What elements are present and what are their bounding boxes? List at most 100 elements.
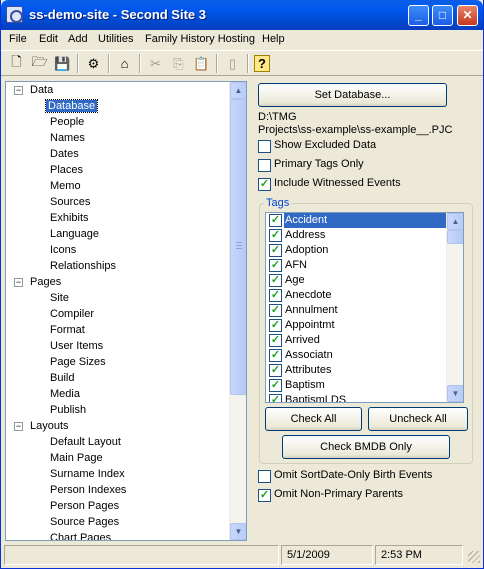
tree-node-layouts[interactable]: Layouts xyxy=(28,418,71,434)
tag-item[interactable]: ✓ Annulment xyxy=(266,303,446,318)
navigation-tree[interactable]: − Data Database People Names Dates Place… xyxy=(5,81,247,541)
menu-help[interactable]: Help xyxy=(262,33,285,45)
scroll-up-icon[interactable]: ▲ xyxy=(447,213,463,230)
help-icon[interactable]: ? xyxy=(254,55,270,72)
collapse-pages-icon[interactable]: − xyxy=(14,278,23,287)
tree-scrollbar[interactable]: ▲ ▼ xyxy=(229,82,246,540)
tag-item[interactable]: ✓ Adoption xyxy=(266,243,446,258)
menu-edit[interactable]: Edit xyxy=(39,33,58,45)
tag-checkbox[interactable]: ✓ xyxy=(269,349,282,362)
tag-item[interactable]: ✓ Appointmt xyxy=(266,318,446,333)
tree-item-build[interactable]: Build xyxy=(48,370,76,386)
include-witnessed-label[interactable]: Include Witnessed Events xyxy=(274,177,401,189)
tag-item[interactable]: ✓ AFN xyxy=(266,258,446,273)
tag-checkbox[interactable]: ✓ xyxy=(269,334,282,347)
tag-checkbox[interactable]: ✓ xyxy=(269,364,282,377)
tree-item-dates[interactable]: Dates xyxy=(48,146,81,162)
set-database-button[interactable]: Set Database... xyxy=(258,83,447,107)
title-bar[interactable]: ss-demo-site - Second Site 3 _ □ ✕ xyxy=(1,0,483,30)
cut-icon[interactable]: ✂ xyxy=(146,54,165,73)
app-icon[interactable] xyxy=(6,6,23,23)
omit-nonprimary-label[interactable]: Omit Non-Primary Parents xyxy=(274,488,403,500)
include-witnessed-checkbox[interactable]: ✓ xyxy=(258,178,271,191)
tree-item-icons[interactable]: Icons xyxy=(48,242,78,258)
tree-node-pages[interactable]: Pages xyxy=(28,274,63,290)
scroll-up-icon[interactable]: ▲ xyxy=(230,82,246,99)
tag-checkbox[interactable]: ✓ xyxy=(269,274,282,287)
tree-item-person-pages[interactable]: Person Pages xyxy=(48,498,121,514)
close-button[interactable]: ✕ xyxy=(457,5,478,26)
copy-icon[interactable]: ⎘ xyxy=(169,54,188,73)
omit-nonprimary-checkbox[interactable]: ✓ xyxy=(258,489,271,502)
blank-page-icon[interactable]: ▯ xyxy=(223,54,242,73)
tree-item-default-layout[interactable]: Default Layout xyxy=(48,434,123,450)
menu-family-history-hosting[interactable]: Family History Hosting xyxy=(145,33,255,45)
save-icon[interactable]: 💾 xyxy=(53,54,72,73)
tag-checkbox[interactable]: ✓ xyxy=(269,214,282,227)
settings-icon[interactable]: ⚙ xyxy=(84,54,103,73)
new-icon[interactable]: 🗋 xyxy=(7,54,26,73)
tag-checkbox[interactable]: ✓ xyxy=(269,394,282,402)
scroll-down-icon[interactable]: ▼ xyxy=(447,385,463,402)
tree-item-chart-pages[interactable]: Chart Pages xyxy=(48,530,113,540)
tag-item[interactable]: ✓ Address xyxy=(266,228,446,243)
tags-scrollbar[interactable]: ▲ ▼ xyxy=(446,213,463,402)
tree-item-user-items[interactable]: User Items xyxy=(48,338,105,354)
omit-sortdate-label[interactable]: Omit SortDate-Only Birth Events xyxy=(274,469,432,481)
tag-checkbox[interactable]: ✓ xyxy=(269,304,282,317)
collapse-data-icon[interactable]: − xyxy=(14,86,23,95)
tree-item-format[interactable]: Format xyxy=(48,322,87,338)
tree-item-exhibits[interactable]: Exhibits xyxy=(48,210,91,226)
tree-item-people[interactable]: People xyxy=(48,114,86,130)
tag-checkbox[interactable]: ✓ xyxy=(269,319,282,332)
tree-item-compiler[interactable]: Compiler xyxy=(48,306,96,322)
menu-add[interactable]: Add xyxy=(68,33,88,45)
tag-checkbox[interactable]: ✓ xyxy=(269,259,282,272)
tree-item-database[interactable]: Database xyxy=(44,98,99,114)
menu-file[interactable]: File xyxy=(9,33,27,45)
tag-item[interactable]: ✓ BaptismLDS xyxy=(266,393,446,402)
tree-item-publish[interactable]: Publish xyxy=(48,402,88,418)
tree-item-page-sizes[interactable]: Page Sizes xyxy=(48,354,108,370)
tag-checkbox[interactable]: ✓ xyxy=(269,379,282,392)
maximize-button[interactable]: □ xyxy=(432,5,453,26)
tag-item[interactable]: ✓ Anecdote xyxy=(266,288,446,303)
omit-sortdate-checkbox[interactable] xyxy=(258,470,271,483)
tree-item-language[interactable]: Language xyxy=(48,226,101,242)
tree-item-memo[interactable]: Memo xyxy=(48,178,83,194)
tags-list[interactable]: ✓ Accident ✓ Address ✓ Adoption ✓ AFN ✓ Age ✓… xyxy=(265,212,464,403)
tag-checkbox[interactable]: ✓ xyxy=(269,229,282,242)
tag-item[interactable]: ✓ Associatn xyxy=(266,348,446,363)
primary-tags-only-checkbox[interactable] xyxy=(258,159,271,172)
tree-item-surname-index[interactable]: Surname Index xyxy=(48,466,127,482)
tree-item-names[interactable]: Names xyxy=(48,130,87,146)
tree-item-relationships[interactable]: Relationships xyxy=(48,258,118,274)
tree-item-places[interactable]: Places xyxy=(48,162,85,178)
scroll-thumb[interactable] xyxy=(447,230,463,244)
primary-tags-only-label[interactable]: Primary Tags Only xyxy=(274,158,364,170)
tree-item-site[interactable]: Site xyxy=(48,290,71,306)
menu-utilities[interactable]: Utilities xyxy=(98,33,133,45)
tree-item-main-page[interactable]: Main Page xyxy=(48,450,105,466)
show-excluded-checkbox[interactable] xyxy=(258,140,271,153)
tree-item-media[interactable]: Media xyxy=(48,386,82,402)
scroll-down-icon[interactable]: ▼ xyxy=(230,523,246,540)
tree-item-source-pages[interactable]: Source Pages xyxy=(48,514,121,530)
check-bmdb-only-button[interactable]: Check BMDB Only xyxy=(282,435,450,459)
scroll-thumb[interactable] xyxy=(230,99,246,395)
tag-item[interactable]: ✓ Age xyxy=(266,273,446,288)
minimize-button[interactable]: _ xyxy=(408,5,429,26)
show-excluded-label[interactable]: Show Excluded Data xyxy=(274,139,376,151)
tag-checkbox[interactable]: ✓ xyxy=(269,244,282,257)
collapse-layouts-icon[interactable]: − xyxy=(14,422,23,431)
tree-node-data[interactable]: Data xyxy=(28,82,55,98)
tag-item[interactable]: ✓ Arrived xyxy=(266,333,446,348)
home-icon[interactable]: ⌂ xyxy=(115,54,134,73)
check-all-button[interactable]: Check All xyxy=(265,407,362,431)
tag-checkbox[interactable]: ✓ xyxy=(269,289,282,302)
tag-item[interactable]: ✓ Accident xyxy=(266,213,446,228)
open-icon[interactable]: 🗁 xyxy=(30,54,49,73)
tag-item[interactable]: ✓ Attributes xyxy=(266,363,446,378)
tree-item-sources[interactable]: Sources xyxy=(48,194,92,210)
tag-item[interactable]: ✓ Baptism xyxy=(266,378,446,393)
